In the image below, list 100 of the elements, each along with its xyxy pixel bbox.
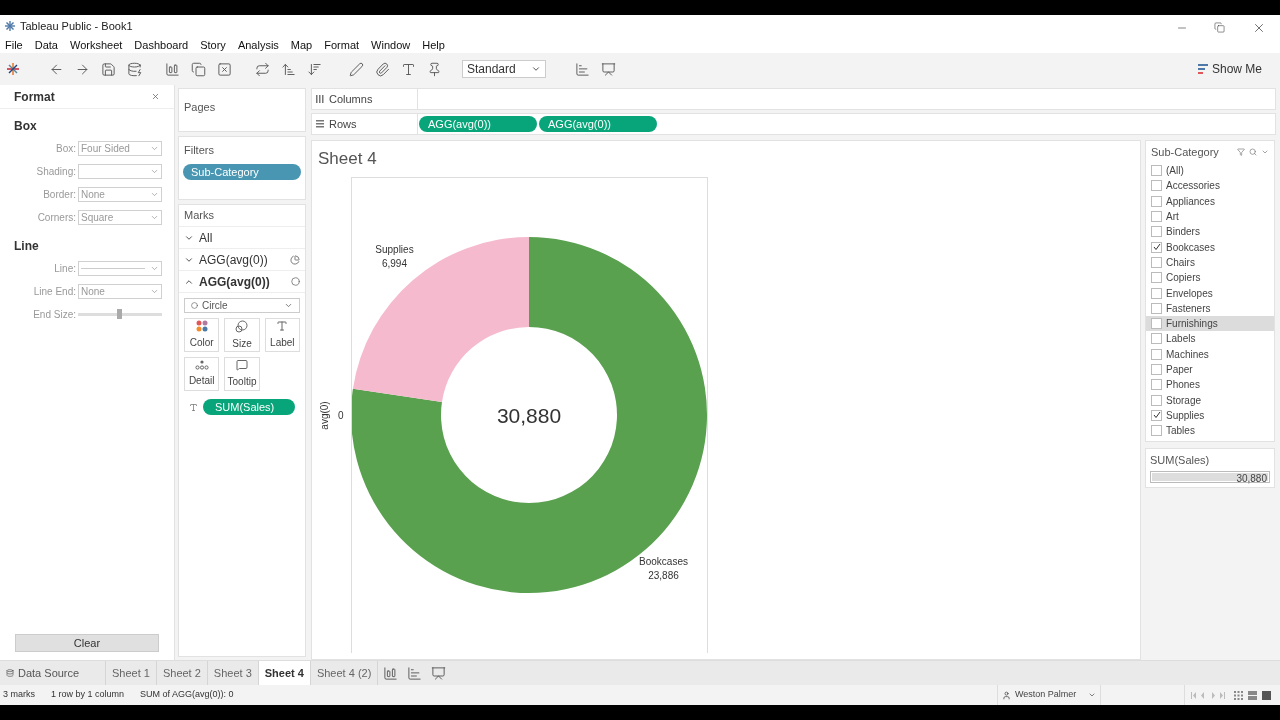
format-dropdown[interactable] [78,164,162,179]
checkbox[interactable] [1151,379,1162,391]
chevron-down-icon [150,213,159,222]
checkbox[interactable] [1151,287,1162,299]
close-icon[interactable] [1252,21,1266,35]
filter-list-item[interactable]: Art [1146,208,1274,225]
checkbox[interactable] [1151,348,1162,360]
marks-property-button[interactable]: Tooltip [224,357,260,391]
field-label: Line: [54,262,76,276]
filter-item-label: Binders [1166,225,1200,240]
filter-item-label: Storage [1166,393,1202,408]
menu-item[interactable]: Worksheet [70,36,123,54]
checkbox[interactable] [1151,211,1162,223]
marks-property-button[interactable]: Size [224,318,260,352]
filter-list-item[interactable]: Fasteners [1146,300,1274,316]
close-icon[interactable] [151,92,160,101]
status-text: 3 marks [3,688,35,702]
filter-list-item[interactable]: Appliances [1146,193,1274,209]
checkbox[interactable] [1151,241,1162,253]
filter-list-item[interactable]: Storage [1146,392,1274,408]
checkbox[interactable] [1151,272,1162,284]
checkbox[interactable] [1151,409,1162,421]
marks-property-button[interactable]: Label [264,318,300,352]
filter-list-item[interactable]: (All) [1146,163,1274,179]
filter-list-item[interactable]: Binders [1146,224,1274,240]
filter-item-label: Copiers [1166,271,1201,286]
filter-list-item[interactable]: Bookcases [1146,239,1274,255]
menu-item[interactable]: Dashboard [134,36,189,54]
section-heading: Line [14,238,39,255]
field-label: Box: [56,142,76,156]
menu-item[interactable]: File [5,36,23,54]
section-heading: Box [14,118,37,135]
filter-item-label: Machines [1166,347,1209,362]
marks-card-tab[interactable]: AGG(avg(0)) [179,271,305,293]
checkbox[interactable] [1151,195,1162,207]
user-menu[interactable]: Weston Palmer [997,685,1100,705]
checkbox[interactable] [1151,165,1162,177]
search-icon[interactable] [1249,148,1257,156]
marks-property-button[interactable]: Detail [184,357,220,391]
checkmark-icon [1152,411,1161,420]
slider-thumb[interactable] [117,308,122,319]
checkbox[interactable] [1151,364,1162,375]
menu-item[interactable]: Story [200,36,226,54]
checkbox[interactable] [1151,318,1162,330]
marks-property-button[interactable]: Color [184,318,220,352]
menu-item[interactable]: Data [34,36,58,54]
field-label: Line End: [33,285,76,299]
filter-item-label: Appliances [1166,194,1215,209]
clear-button[interactable]: Clear [15,634,159,652]
checkbox[interactable] [1151,425,1162,437]
checkbox[interactable] [1151,394,1162,406]
label-t-icon [276,320,289,332]
filter-list-item[interactable]: Machines [1146,346,1274,362]
marks-card-tab[interactable]: AGG(avg(0)) [179,249,305,271]
filter-list-item[interactable]: Copiers [1146,270,1274,286]
filter-list-item[interactable]: Furnishings [1146,315,1274,332]
tableau-logo-icon[interactable] [6,62,20,76]
filter-list-item[interactable]: Supplies [1146,407,1274,424]
end-size-slider[interactable] [78,308,162,321]
list-view-icon[interactable] [1248,690,1257,700]
filter-list-item[interactable]: Envelopes [1146,285,1274,301]
single-view-icon[interactable] [1262,690,1271,700]
filter-icon[interactable] [1237,148,1245,156]
menu-item[interactable]: Map [290,36,313,54]
card-title: Marks [184,208,214,224]
menu-item[interactable]: Format [324,36,360,54]
mark-type-dropdown[interactable]: Circle [184,298,300,313]
restore-icon[interactable] [1214,22,1225,33]
checkbox[interactable] [1151,256,1162,268]
grid-view-icon[interactable] [1234,690,1243,700]
checkbox[interactable] [1151,180,1162,192]
filter-list-item[interactable]: Chairs [1146,254,1274,271]
filter-list-item[interactable]: Tables [1146,423,1274,439]
chevron-down-icon [150,190,159,199]
filter-list-item[interactable]: Accessories [1146,178,1274,194]
line-style-icon [81,268,145,269]
line-dropdown[interactable] [78,261,162,276]
menu-item[interactable]: Help [422,36,445,54]
status-text: SUM of AGG(avg(0)): 0 [140,688,234,702]
marks-card-label: All [199,229,213,247]
legend-title: SUM(Sales) [1150,453,1210,469]
checkbox[interactable] [1151,302,1162,314]
checkbox[interactable] [1151,226,1162,238]
filter-item-label: Supplies [1166,408,1205,423]
pie-icon [290,254,300,265]
filter-list-item[interactable]: Phones [1146,377,1274,393]
marks-card-tab[interactable]: All [179,227,305,249]
bars-icon [1197,64,1208,74]
filter-list-item[interactable]: Labels [1146,331,1274,347]
menu-item[interactable]: Analysis [237,36,279,54]
filter-item-label: Phones [1166,378,1200,393]
fit-dropdown[interactable]: Standard [462,60,546,78]
menu-item[interactable]: Window [371,36,411,54]
marks-card-label: AGG(avg(0)) [199,273,270,291]
filter-list-item[interactable]: Paper [1146,361,1274,378]
show-me-button[interactable]: Show Me [1197,60,1262,78]
field-label: End Size: [33,308,76,322]
chevron-down-icon[interactable] [1261,148,1269,156]
checkbox[interactable] [1151,333,1162,345]
sheet-tab[interactable]: Sheet 4 [258,661,311,685]
